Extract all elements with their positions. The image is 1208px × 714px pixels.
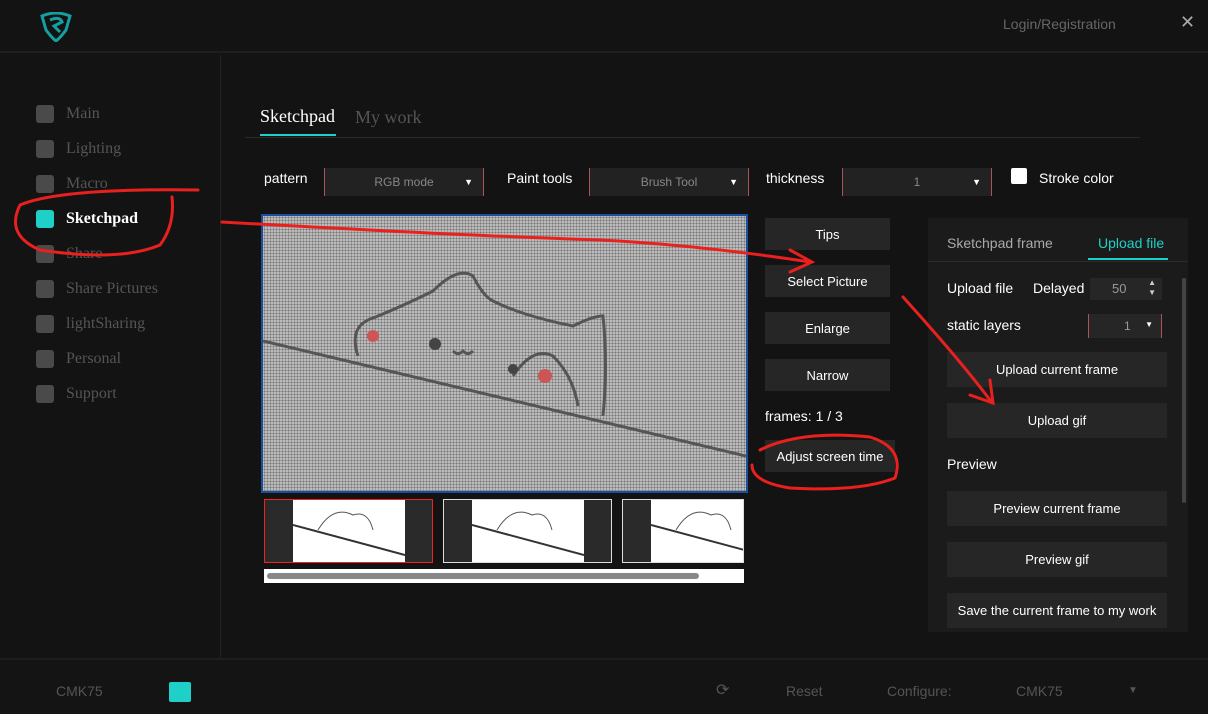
save-frame-button[interactable]: Save the current frame to my work	[947, 593, 1167, 628]
refresh-icon[interactable]: ⟳	[716, 680, 729, 700]
thumbnail-scrollbar-track[interactable]	[264, 569, 744, 583]
sidebar-item-lighting[interactable]: Lighting	[36, 140, 121, 158]
logo-icon	[40, 12, 72, 42]
delayed-stepper[interactable]: 50 ▲ ▼	[1090, 278, 1162, 300]
sidebar-item-support[interactable]: Support	[36, 385, 117, 403]
sidebar-item-share-pictures[interactable]: Share Pictures	[36, 280, 158, 298]
preview-gif-button[interactable]: Preview gif	[947, 542, 1167, 577]
scrollbar-thumb[interactable]	[267, 573, 699, 579]
upload-file-label: Upload file	[947, 280, 1014, 296]
narrow-button[interactable]: Narrow	[765, 359, 890, 391]
top-bar: Login/Registration ✕	[0, 0, 1208, 53]
upload-gif-button[interactable]: Upload gif	[947, 403, 1167, 438]
thickness-select[interactable]: 1 ▼	[842, 168, 992, 196]
configure-select[interactable]: CMK75	[1016, 683, 1063, 699]
tabs-divider	[245, 137, 1140, 138]
thickness-value: 1	[913, 175, 921, 189]
sidebar-item-lightsharing[interactable]: lightSharing	[36, 315, 145, 333]
paint-tools-value: Brush Tool	[640, 175, 698, 189]
thickness-label: thickness	[766, 170, 825, 186]
drawing-canvas[interactable]	[261, 214, 748, 493]
macro-icon	[36, 175, 54, 193]
delayed-label: Delayed	[1033, 280, 1085, 296]
sidebar-item-label: Share Pictures	[66, 280, 158, 297]
sidebar-item-label: Macro	[66, 175, 108, 192]
pattern-label: pattern	[264, 170, 308, 186]
preview-current-frame-button[interactable]: Preview current frame	[947, 491, 1167, 526]
sketchpad-icon	[36, 210, 54, 228]
sidebar-item-label: Sketchpad	[66, 210, 139, 227]
sidebar-item-sketchpad[interactable]: Sketchpad	[36, 210, 138, 228]
reset-button[interactable]: Reset	[786, 683, 823, 699]
sidebar-item-label: lightSharing	[66, 315, 146, 332]
chevron-down-icon: ▼	[1145, 320, 1153, 329]
sidebar-item-label: Main	[66, 105, 100, 122]
bulb-icon	[36, 140, 54, 158]
cat-drawing	[262, 271, 747, 458]
paint-tools-label: Paint tools	[507, 170, 573, 186]
sidebar-item-label: Support	[66, 385, 117, 402]
chevron-down-icon: ▼	[729, 177, 738, 187]
chevron-down-icon: ▼	[464, 177, 473, 187]
home-icon	[36, 105, 54, 123]
frame-thumbnail[interactable]	[264, 499, 433, 563]
frame-thumbnail[interactable]	[443, 499, 612, 563]
tab-my-work[interactable]: My work	[355, 107, 422, 128]
stepper-arrows-icon[interactable]: ▲ ▼	[1148, 278, 1156, 298]
delayed-value: 50	[1112, 281, 1127, 296]
configure-label: Configure:	[887, 683, 952, 699]
sidebar-item-label: Share	[66, 245, 103, 262]
paint-tools-select[interactable]: Brush Tool ▼	[589, 168, 749, 196]
active-panel-tab-underline	[1088, 258, 1168, 260]
pattern-value: RGB mode	[374, 175, 434, 189]
close-button[interactable]: ✕	[1180, 12, 1195, 33]
stroke-color-swatch[interactable]	[1011, 168, 1027, 184]
frame-thumbnail[interactable]	[622, 499, 744, 563]
chevron-down-icon: ▼	[972, 177, 981, 187]
static-layers-select[interactable]: 1 ▼	[1088, 314, 1162, 338]
right-panel: Sketchpad frame Upload file Upload file …	[928, 218, 1188, 632]
static-layers-label: static layers	[947, 317, 1021, 333]
picture-icon	[36, 280, 54, 298]
preview-label: Preview	[947, 456, 997, 472]
sidebar-item-main[interactable]: Main	[36, 105, 100, 123]
tab-sketchpad-frame[interactable]: Sketchpad frame	[947, 235, 1053, 251]
panel-divider	[928, 261, 1188, 262]
chevron-down-icon[interactable]: ▼	[1128, 685, 1138, 696]
tab-upload-file[interactable]: Upload file	[1098, 235, 1164, 251]
static-layers-value: 1	[1124, 319, 1131, 333]
sidebar-item-share[interactable]: Share	[36, 245, 102, 263]
person-icon	[36, 350, 54, 368]
heart-icon	[36, 385, 54, 403]
sidebar-item-label: Personal	[66, 350, 122, 367]
sidebar-item-macro[interactable]: Macro	[36, 175, 108, 193]
active-tab-underline	[260, 134, 336, 136]
login-link[interactable]: Login/Registration	[1003, 16, 1116, 32]
enlarge-button[interactable]: Enlarge	[765, 312, 890, 344]
panel-scrollbar[interactable]	[1182, 278, 1186, 503]
upload-current-frame-button[interactable]: Upload current frame	[947, 352, 1167, 387]
frames-counter: frames: 1 / 3	[765, 408, 843, 424]
cube-icon	[36, 245, 54, 263]
stroke-color-label: Stroke color	[1039, 170, 1114, 186]
sidebar-item-personal[interactable]: Personal	[36, 350, 121, 368]
tab-sketchpad[interactable]: Sketchpad	[260, 106, 335, 127]
adjust-screen-time-button[interactable]: Adjust screen time	[765, 440, 895, 472]
device-name: CMK75	[56, 683, 103, 699]
select-picture-button[interactable]: Select Picture	[765, 265, 890, 297]
tips-button[interactable]: Tips	[765, 218, 890, 250]
cube-icon	[36, 315, 54, 333]
footer: CMK75 ⟳ Reset Configure: CMK75 ▼	[0, 658, 1208, 714]
keyboard-icon[interactable]	[169, 682, 191, 702]
sidebar-item-label: Lighting	[66, 140, 122, 157]
pattern-select[interactable]: RGB mode ▼	[324, 168, 484, 196]
